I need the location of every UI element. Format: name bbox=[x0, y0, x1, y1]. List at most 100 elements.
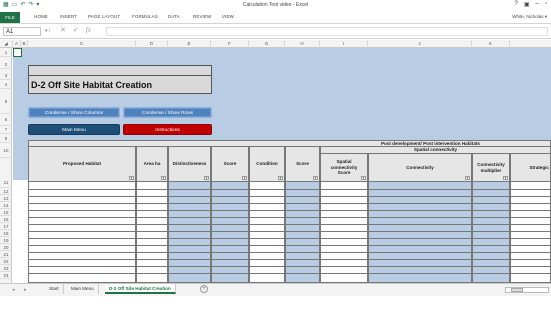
header-proposed-habitat: Proposed Habitat ▾ bbox=[28, 147, 136, 182]
row-header[interactable]: 19 bbox=[0, 237, 12, 244]
name-box-dropdown-icon[interactable]: ▾ ⁞ bbox=[45, 28, 50, 34]
scrollbar-thumb[interactable] bbox=[511, 288, 523, 292]
column-distinctiveness[interactable] bbox=[168, 182, 211, 283]
column-score-2[interactable] bbox=[285, 182, 320, 283]
row-header[interactable]: 22 bbox=[0, 258, 12, 265]
row-header[interactable]: 1 bbox=[0, 48, 12, 57]
row-header[interactable]: 14 bbox=[0, 202, 12, 209]
worksheet-grid[interactable]: ◢ A B C D E F G H I J K 1 2 3 4 5 6 7 8 … bbox=[0, 40, 551, 283]
insert-function-icon[interactable]: fx bbox=[86, 26, 91, 34]
select-all-corner[interactable]: ◢ bbox=[0, 40, 13, 48]
header-label: Proposed Habitat bbox=[62, 161, 102, 167]
minimize-icon[interactable]: – bbox=[536, 1, 539, 8]
filter-dropdown-icon[interactable]: ▾ bbox=[129, 176, 134, 180]
column-header[interactable]: K bbox=[472, 40, 510, 48]
column-strategic[interactable] bbox=[510, 182, 551, 283]
tab-file[interactable]: FILE bbox=[0, 12, 20, 23]
row-header[interactable]: 13 bbox=[0, 195, 12, 202]
formula-buttons: ✕ ✓ fx bbox=[60, 26, 91, 34]
tab-review[interactable]: REVIEW bbox=[193, 14, 211, 19]
column-score[interactable] bbox=[211, 182, 249, 283]
row-header[interactable]: 7 bbox=[0, 126, 12, 134]
filter-dropdown-icon[interactable]: ▾ bbox=[465, 176, 470, 180]
header-label: Area ha bbox=[143, 161, 161, 167]
filter-dropdown-icon[interactable]: ▾ bbox=[361, 176, 366, 180]
tab-data[interactable]: DATA bbox=[168, 14, 180, 19]
header-spatial-connectivity-score: Spatial connectivity Score ▾ bbox=[320, 154, 368, 182]
header-condition: Condition ▾ bbox=[249, 147, 285, 182]
column-header[interactable]: G bbox=[249, 40, 285, 48]
row-header[interactable]: 18 bbox=[0, 230, 12, 237]
column-header[interactable]: B bbox=[21, 40, 28, 48]
sheet-tabs-bar: ◂ ▸ Start Main Menu D-2 Off Site Habitat… bbox=[0, 283, 551, 296]
filter-dropdown-icon[interactable]: ▾ bbox=[503, 176, 508, 180]
row-header[interactable]: 5 bbox=[0, 89, 12, 114]
tab-formulas[interactable]: FORMULAS bbox=[132, 14, 158, 19]
row-header[interactable]: 17 bbox=[0, 223, 12, 230]
tab-home[interactable]: HOME bbox=[34, 14, 48, 19]
header-strategic: Strategic bbox=[510, 154, 551, 182]
restore-icon[interactable]: ▫ bbox=[545, 1, 547, 8]
header-label: Connectivity bbox=[406, 164, 434, 170]
window-title: Calculation Tool video - Excel bbox=[242, 2, 309, 8]
filter-dropdown-icon[interactable]: ▾ bbox=[242, 176, 247, 180]
condense-rows-button[interactable]: Condense / Show Rows bbox=[123, 107, 212, 118]
column-spatial-score[interactable] bbox=[320, 182, 368, 283]
row-header[interactable]: 11 bbox=[0, 158, 12, 188]
scroll-tabs-left-icon[interactable]: ◂ bbox=[12, 287, 15, 293]
column-header[interactable]: A bbox=[13, 40, 21, 48]
column-connectivity[interactable] bbox=[368, 182, 472, 283]
column-multiplier[interactable] bbox=[472, 182, 510, 283]
column-condition[interactable] bbox=[249, 182, 285, 283]
instructions-button[interactable]: Instructions bbox=[123, 124, 212, 135]
row-header[interactable]: 23 bbox=[0, 265, 12, 272]
filter-dropdown-icon[interactable]: ▾ bbox=[204, 176, 209, 180]
column-area[interactable] bbox=[136, 182, 168, 283]
ribbon-display-icon[interactable]: ▣ bbox=[524, 1, 530, 8]
header-connectivity: Connectivity ▾ bbox=[368, 154, 472, 182]
header-score: Score ▾ bbox=[211, 147, 249, 182]
active-cell-a1[interactable] bbox=[13, 48, 22, 57]
row-header[interactable]: 24 bbox=[0, 272, 12, 279]
row-header[interactable]: 15 bbox=[0, 209, 12, 216]
formula-input[interactable] bbox=[106, 27, 548, 36]
filter-dropdown-icon[interactable]: ▾ bbox=[161, 176, 166, 180]
column-header[interactable]: D bbox=[136, 40, 168, 48]
row-header[interactable]: 16 bbox=[0, 216, 12, 223]
add-sheet-button[interactable]: + bbox=[200, 285, 208, 293]
row-header[interactable]: 10 bbox=[0, 143, 12, 158]
row-header[interactable]: 3 bbox=[0, 69, 12, 80]
row-header[interactable]: 2 bbox=[0, 57, 12, 69]
scroll-tabs-right-icon[interactable]: ▸ bbox=[24, 287, 27, 293]
column-header[interactable]: E bbox=[168, 40, 211, 48]
filter-dropdown-icon[interactable]: ▾ bbox=[278, 176, 283, 180]
filter-dropdown-icon[interactable]: ▾ bbox=[313, 176, 318, 180]
enter-entry-icon[interactable]: ✓ bbox=[73, 26, 79, 34]
user-account[interactable]: White, Nicholas ▾ bbox=[512, 14, 547, 20]
row-header[interactable]: 4 bbox=[0, 80, 12, 89]
help-icon[interactable]: ? bbox=[515, 1, 518, 8]
column-header[interactable]: H bbox=[285, 40, 320, 48]
sheet-tab-start[interactable]: Start bbox=[45, 284, 64, 294]
column-header[interactable]: J bbox=[368, 40, 472, 48]
column-header[interactable]: I bbox=[320, 40, 368, 48]
row-header[interactable]: 20 bbox=[0, 244, 12, 251]
column-header[interactable]: F bbox=[211, 40, 249, 48]
row-header[interactable]: 12 bbox=[0, 188, 12, 195]
column-header[interactable]: C bbox=[28, 40, 136, 48]
header-label: Distinctiveness bbox=[172, 161, 207, 167]
main-menu-button[interactable]: Main Menu bbox=[28, 124, 120, 135]
name-box[interactable]: A1 bbox=[3, 27, 41, 36]
horizontal-scrollbar[interactable] bbox=[505, 287, 549, 293]
row-header[interactable]: 8 bbox=[0, 134, 12, 143]
row-header[interactable]: 6 bbox=[0, 114, 12, 126]
tab-page-layout[interactable]: PAGE LAYOUT bbox=[88, 14, 120, 19]
column-proposed-habitat[interactable] bbox=[28, 182, 136, 283]
sheet-tab-d2-off-site[interactable]: D-2 Off Site Habitat Creation bbox=[105, 284, 176, 294]
tab-view[interactable]: VIEW bbox=[222, 14, 234, 19]
row-header[interactable]: 21 bbox=[0, 251, 12, 258]
sheet-tab-main-menu[interactable]: Main Menu bbox=[67, 284, 99, 294]
cancel-entry-icon[interactable]: ✕ bbox=[60, 26, 66, 34]
tab-insert[interactable]: INSERT bbox=[60, 14, 77, 19]
condense-columns-button[interactable]: Condense / Show Columns bbox=[28, 107, 120, 118]
